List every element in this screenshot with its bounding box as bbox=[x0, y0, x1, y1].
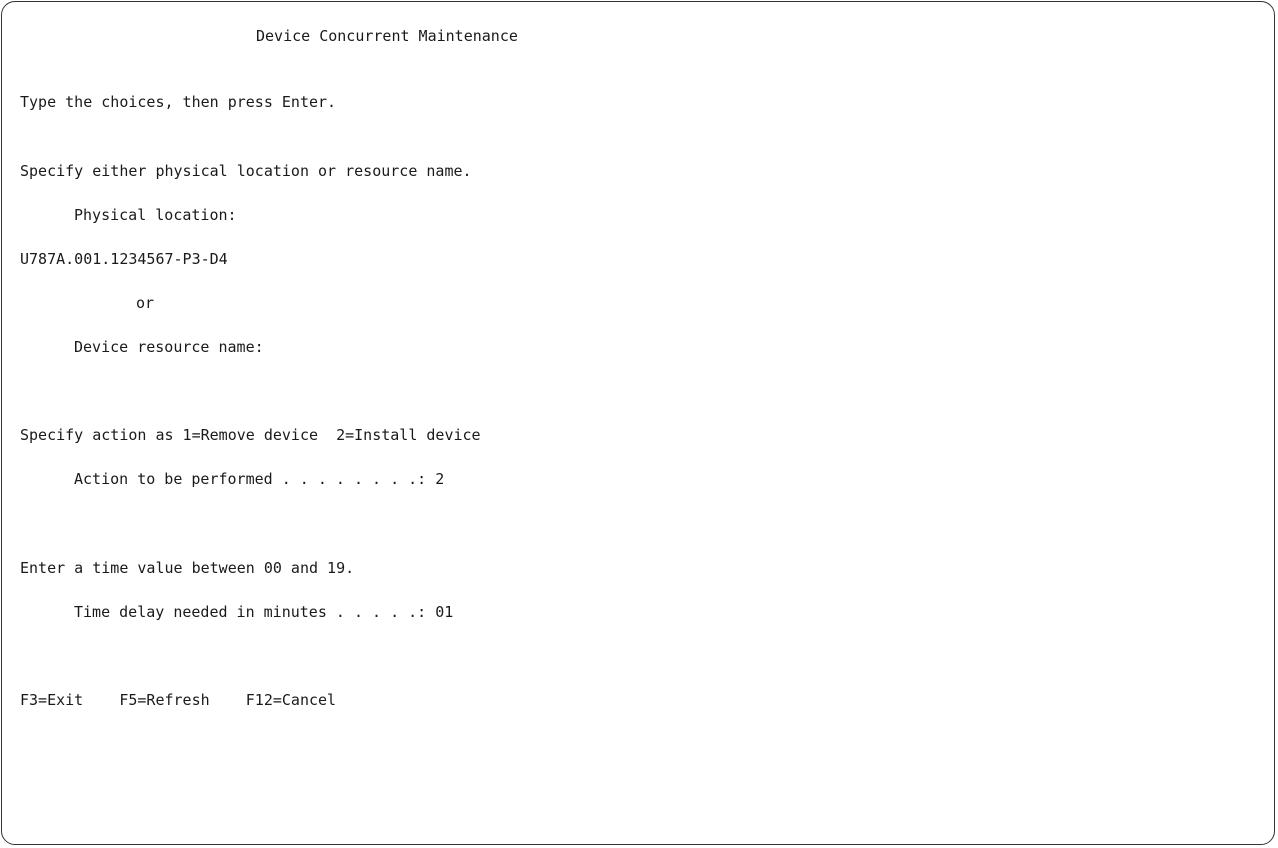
screen-title: Device Concurrent Maintenance bbox=[256, 27, 518, 45]
resource-name-field[interactable] bbox=[20, 382, 280, 400]
time-label: Time delay needed in minutes . . . . .: bbox=[74, 603, 436, 621]
action-field[interactable]: 2 bbox=[435, 470, 444, 488]
action-label: Action to be performed . . . . . . . .: bbox=[74, 470, 436, 488]
f12-cancel-key[interactable]: F12=Cancel bbox=[246, 691, 336, 709]
terminal-screen-frame bbox=[1, 1, 1275, 845]
time-prompt: Enter a time value between 00 and 19. bbox=[20, 559, 355, 577]
f5-refresh-key[interactable]: F5=Refresh bbox=[119, 691, 209, 709]
resource-name-label: Device resource name: bbox=[74, 338, 264, 356]
physical-location-label: Physical location: bbox=[74, 206, 237, 224]
time-field[interactable]: 01 bbox=[435, 603, 453, 621]
time-row: Time delay needed in minutes . . . . .: … bbox=[74, 603, 453, 621]
physical-location-field[interactable]: U787A.001.1234567-P3-D4 bbox=[20, 250, 228, 268]
function-key-bar: F3=Exit F5=Refresh F12=Cancel bbox=[20, 691, 336, 709]
or-label: or bbox=[136, 294, 155, 312]
action-row: Action to be performed . . . . . . . .: … bbox=[74, 470, 444, 488]
action-prompt: Specify action as 1=Remove device 2=Inst… bbox=[20, 426, 481, 444]
location-prompt: Specify either physical location or reso… bbox=[20, 162, 472, 180]
f3-exit-key[interactable]: F3=Exit bbox=[20, 691, 83, 709]
instruction-text: Type the choices, then press Enter. bbox=[20, 93, 337, 111]
